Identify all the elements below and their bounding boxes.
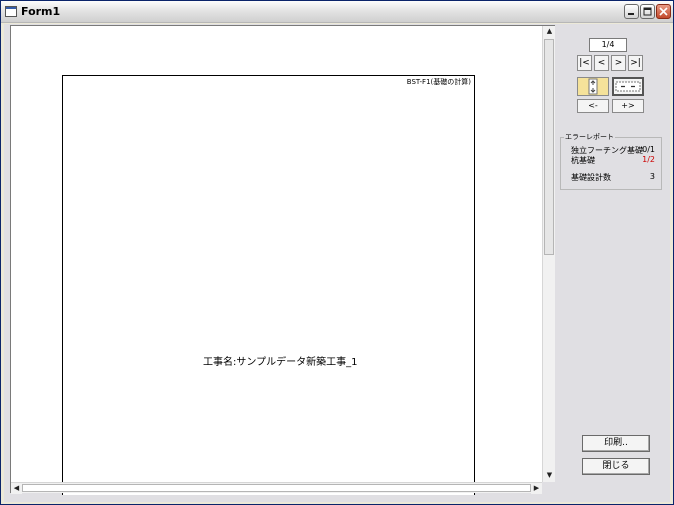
horizontal-scrollbar[interactable]: ◀ ▶ bbox=[11, 482, 542, 494]
last-page-button[interactable]: >| bbox=[628, 55, 643, 71]
scroll-left-icon[interactable]: ◀ bbox=[11, 483, 22, 494]
close-window-button[interactable] bbox=[656, 4, 671, 19]
maximize-button[interactable] bbox=[640, 4, 655, 19]
window-icon bbox=[5, 6, 17, 17]
scroll-corner bbox=[542, 482, 555, 493]
window-title: Form1 bbox=[21, 5, 61, 18]
close-button[interactable]: 閉じる bbox=[582, 458, 650, 475]
print-preview-area[interactable]: BST-F1(基礎の計算) 工事名:サンプルデータ新築工事_1 ▲ ▼ ◀ ▶ bbox=[10, 25, 555, 495]
maximize-icon bbox=[643, 7, 652, 16]
fit-page-icon bbox=[588, 78, 598, 95]
total-count-value: 3 bbox=[649, 172, 655, 181]
total-count-label: 基礎設計数 bbox=[571, 173, 611, 182]
horizontal-scroll-thumb[interactable] bbox=[22, 484, 531, 492]
next-page-button[interactable]: > bbox=[611, 55, 626, 71]
first-page-button[interactable]: |< bbox=[577, 55, 592, 71]
minimize-icon bbox=[628, 13, 634, 15]
prev-page-button[interactable]: < bbox=[594, 55, 609, 71]
error-row-value: 0/1 bbox=[642, 145, 655, 154]
error-row-label: 杭基礎 bbox=[571, 156, 595, 165]
project-name-label: 工事名:サンプルデータ新築工事_1 bbox=[203, 357, 358, 368]
scroll-down-icon[interactable]: ▼ bbox=[544, 470, 555, 481]
zoom-in-button[interactable]: +> bbox=[612, 99, 644, 113]
fit-page-button[interactable] bbox=[577, 77, 609, 96]
form1-window: Form1 BST-F1(基礎の計算) 工事名:サンプルデータ新築工事_1 ▲ … bbox=[0, 0, 674, 505]
error-report-title: エラーレポート bbox=[564, 132, 615, 142]
scroll-right-icon[interactable]: ▶ bbox=[531, 483, 542, 494]
scroll-up-icon[interactable]: ▲ bbox=[544, 26, 555, 37]
vertical-scrollbar[interactable]: ▲ ▼ bbox=[542, 26, 555, 482]
close-icon bbox=[659, 7, 668, 16]
client-area: BST-F1(基礎の計算) 工事名:サンプルデータ新築工事_1 ▲ ▼ ◀ ▶ … bbox=[4, 24, 670, 502]
zoom-out-button[interactable]: <- bbox=[577, 99, 609, 113]
minimize-button[interactable] bbox=[624, 4, 639, 19]
error-row-value: 1/2 bbox=[642, 155, 655, 164]
fit-width-icon bbox=[615, 81, 641, 92]
titlebar[interactable]: Form1 bbox=[1, 1, 673, 23]
fit-width-button[interactable] bbox=[612, 77, 644, 96]
preview-page: BST-F1(基礎の計算) 工事名:サンプルデータ新築工事_1 bbox=[62, 75, 475, 495]
print-button[interactable]: 印刷.. bbox=[582, 435, 650, 452]
page-counter: 1/4 bbox=[589, 38, 627, 52]
vertical-scroll-thumb[interactable] bbox=[544, 39, 554, 255]
page-id-label: BST-F1(基礎の計算) bbox=[406, 78, 471, 86]
